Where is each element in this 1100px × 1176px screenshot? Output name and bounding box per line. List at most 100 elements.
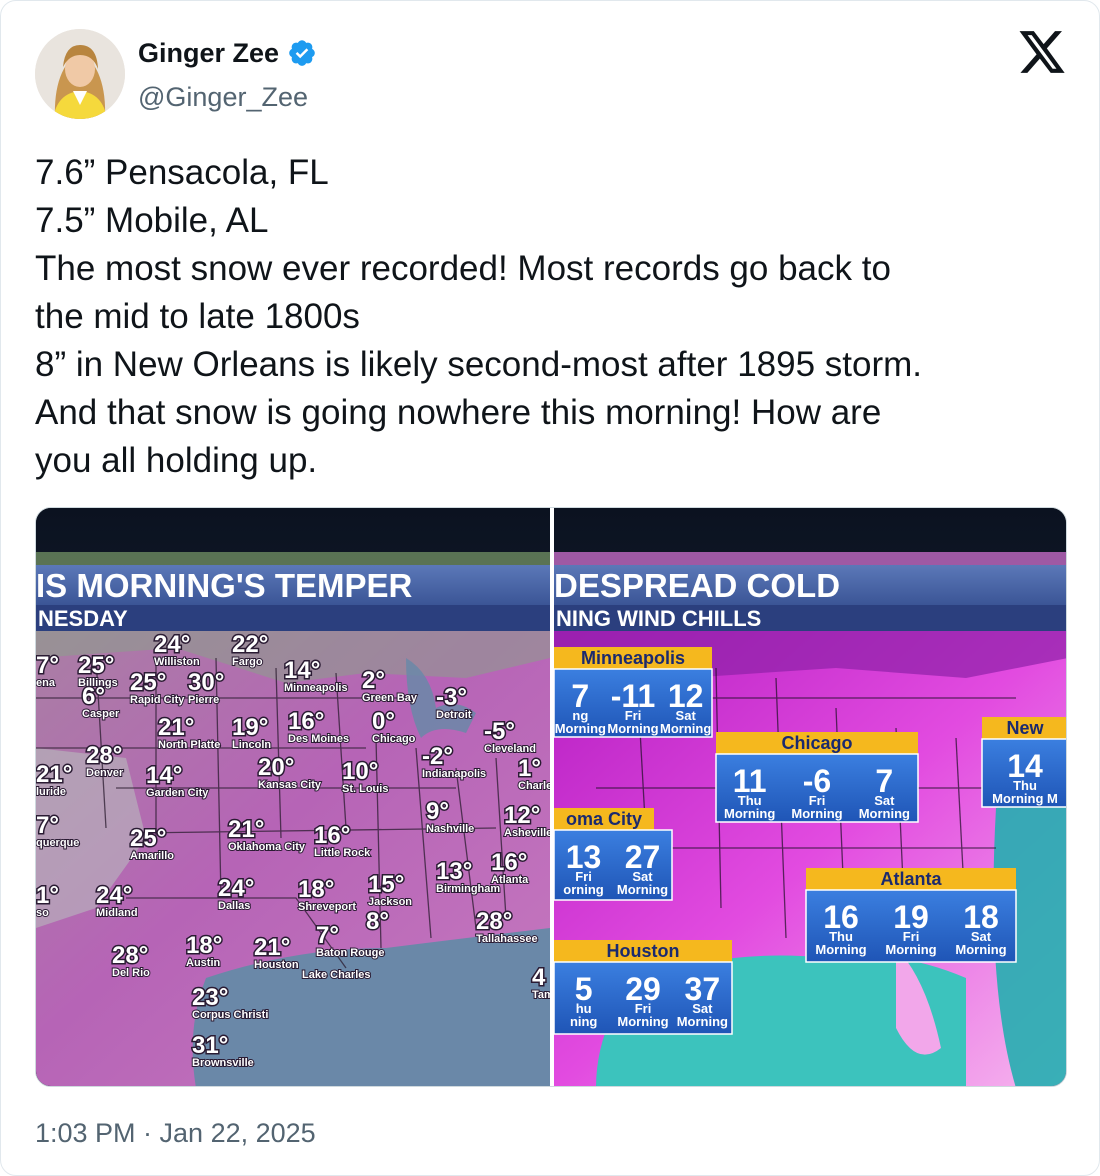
wind-chill-box: Minneapolis7ngMorning-11FriMorning12SatM… [553,647,713,738]
wind-chill-time: ning [570,1014,597,1029]
temperature-value: 30° [188,669,224,696]
temperature-value: 12° [504,802,540,829]
temperature-value: 16° [288,708,324,735]
tweet-media[interactable]: IS MORNING'S TEMPER NESDAY 24° Williston 2… [35,507,1067,1087]
city-label: Casper [82,708,120,720]
city-label: Fargo [232,656,263,668]
city-label: North Platte [158,739,220,751]
temperature-value: 28° [112,942,148,969]
city-label: Amarillo [130,850,174,862]
city-label: Green Bay [362,692,418,704]
city-label: Rapid City [130,694,185,706]
temperature-value: 20° [258,754,294,781]
city-label: Minneapolis [284,682,348,694]
temperature-value: 13° [436,858,472,885]
city-label: Williston [154,656,200,668]
tweet-line: 8” in New Orleans is likely second-most … [35,345,922,384]
city-label: Houston [254,959,299,971]
city-label: Indianapolis [422,768,486,780]
temperature-value: 9° [426,798,449,825]
temperature-value: 15° [368,871,404,898]
wind-chill-time: Morning [677,1014,728,1029]
city-label: Atlanta [491,874,529,886]
temperature-value: 31° [192,1032,228,1059]
temperature-value: 18° [186,932,222,959]
wind-chill-time: Morning [885,942,936,957]
tweet-line: you all holding up. [35,441,318,480]
left-map-subtitle: NESDAY [38,606,128,631]
temperature-value: 28° [86,742,122,769]
temperature-value: 24° [154,631,190,658]
city-label: Chicago [372,733,416,745]
tweet-card: Ginger Zee @Ginger_Zee 7.6” Pensacola, F… [0,0,1100,1176]
city-label: Corpus Christi [192,1009,268,1021]
temperature-value: 7° [36,812,59,839]
city-label: Lake Charles [302,969,370,981]
temperature-value: 1° [36,882,59,909]
temperature-value: 10° [342,758,378,785]
tweet-line: the mid to late 1800s [35,297,360,336]
wind-chill-time: Morning [617,882,668,897]
wind-chill-time: Morning [955,942,1006,957]
city-label: Asheville [504,827,552,839]
wind-chill-time: Morning [724,806,775,821]
avatar[interactable] [35,29,125,119]
city-label: ena [36,677,56,689]
temperature-value: 24° [218,875,254,902]
city-label: Denver [86,767,124,779]
temperature-value: 14° [284,657,320,684]
tweet-text: 7.6” Pensacola, FL 7.5” Mobile, AL The m… [35,149,1075,485]
tweet-timestamp[interactable]: 1:03 PM · Jan 22, 2025 [35,1113,316,1153]
wind-chill-box: New14ThuMorning M [981,717,1066,808]
wind-chill-city: Chicago [781,733,852,753]
wind-chill-time: Morning [555,721,606,736]
city-label: luride [36,786,66,798]
city-label: Garden City [146,787,209,799]
temperature-value: 22° [232,631,268,658]
temperature-value: 25° [130,825,166,852]
tweet-line: The most snow ever recorded! Most record… [35,249,891,288]
temperature-value: 8° [366,908,389,935]
temperature-value: 21° [158,714,194,741]
tweet-line: 7.5” Mobile, AL [35,201,269,240]
city-label: Lincoln [232,739,271,751]
wind-chill-time: Morning [617,1014,668,1029]
temperature-value: 24° [96,882,132,909]
weather-maps-image: IS MORNING'S TEMPER NESDAY 24°Williston2… [36,508,1066,1086]
city-label: Little Rock [314,847,371,859]
city-label: so [36,907,49,919]
wind-chill-box: Atlanta16ThuMorning19FriMorning18SatMorn… [805,868,1017,963]
city-label: Shreveport [298,901,356,913]
temperature-value: 21° [36,761,72,788]
city-label: Cleveland [484,743,536,755]
user-handle[interactable]: @Ginger_Zee [138,79,308,115]
temperature-value: 25° [130,669,166,696]
x-logo-icon[interactable] [1016,29,1068,75]
right-map-subtitle: NING WIND CHILLS [556,606,761,631]
display-name[interactable]: Ginger Zee [138,35,279,71]
temperature-value: -5° [484,718,515,745]
temperature-value: -3° [436,684,467,711]
temperature-value: 19° [232,714,268,741]
city-label: Baton Rouge [316,947,384,959]
wind-chill-time: Morning M [992,791,1058,806]
wind-chill-time: Morning [660,721,711,736]
city-label: Oklahoma City [228,841,306,853]
city-label: Des Moines [288,733,349,745]
verified-badge-icon [289,40,315,66]
city-label: Kansas City [258,779,322,791]
wind-chill-city: New [1006,718,1044,738]
temperature-value: -2° [422,743,453,770]
right-map-title: DESPREAD COLD [554,567,840,604]
temperature-value: 1° [518,755,541,782]
tweet-line: And that snow is going nowhere this morn… [35,393,882,432]
temperature-value: 14° [146,762,182,789]
city-label: Austin [186,957,221,969]
temperature-value: 4 [532,964,546,991]
wind-chill-time: Morning [607,721,658,736]
wind-chill-time: Morning [859,806,910,821]
city-label: querque [36,837,79,849]
city-label: Brownsville [192,1057,254,1069]
city-label: St. Louis [342,783,388,795]
wind-chill-box: Houston5huning29FriMorning37SatMorning [553,940,733,1035]
